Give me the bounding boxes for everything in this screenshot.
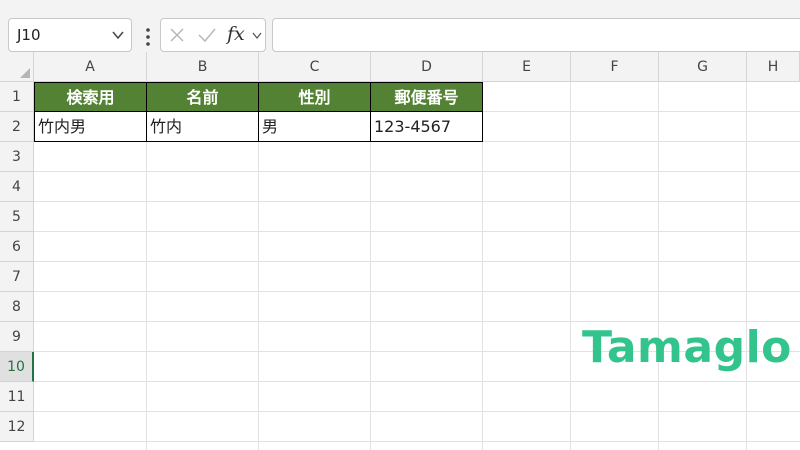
row-header-12[interactable]: 12 xyxy=(0,412,34,442)
grid-line xyxy=(658,82,659,450)
insert-function-button[interactable]: fx xyxy=(227,23,245,45)
row-header-4[interactable]: 4 xyxy=(0,172,34,202)
grid-line xyxy=(570,82,571,450)
row-header-7[interactable]: 7 xyxy=(0,262,34,292)
cell-c1[interactable]: 性別 xyxy=(258,82,371,112)
name-box-value: J10 xyxy=(17,26,41,44)
select-all-icon xyxy=(20,68,30,78)
cell-b1[interactable]: 名前 xyxy=(146,82,259,112)
formula-controls: fx xyxy=(160,18,266,52)
cell-b2[interactable]: 竹内 xyxy=(146,111,259,142)
grid-line xyxy=(746,82,747,450)
cell-a1[interactable]: 検索用 xyxy=(34,82,147,112)
row-header-6[interactable]: 6 xyxy=(0,232,34,262)
row-header-9[interactable]: 9 xyxy=(0,322,34,352)
grid-line xyxy=(34,381,800,382)
chevron-down-icon[interactable] xyxy=(251,30,263,42)
grid-line xyxy=(34,411,800,412)
column-header-f[interactable]: F xyxy=(571,52,659,82)
column-header-b[interactable]: B xyxy=(147,52,259,82)
formula-input[interactable] xyxy=(272,18,800,52)
row-header-10[interactable]: 10 xyxy=(0,352,34,382)
cancel-icon[interactable] xyxy=(169,27,185,43)
row-header-11[interactable]: 11 xyxy=(0,382,34,412)
window-top-strip xyxy=(0,0,800,8)
column-header-c[interactable]: C xyxy=(259,52,371,82)
grid-line xyxy=(34,261,800,262)
grid-line xyxy=(34,171,800,172)
column-header-a[interactable]: A xyxy=(34,52,147,82)
more-options-icon[interactable] xyxy=(140,26,156,48)
cell-c2[interactable]: 男 xyxy=(258,111,371,142)
row-header-8[interactable]: 8 xyxy=(0,292,34,322)
name-box[interactable]: J10 xyxy=(8,18,132,52)
row-header-5[interactable]: 5 xyxy=(0,202,34,232)
row-header-2[interactable]: 2 xyxy=(0,112,34,142)
row-header-3[interactable]: 3 xyxy=(0,142,34,172)
formula-bar-area: J10 fx xyxy=(0,8,800,52)
cell-d1[interactable]: 郵便番号 xyxy=(370,82,483,112)
grid-line xyxy=(34,291,800,292)
spreadsheet-grid: A B C D E F G H 1 2 3 4 5 6 7 8 9 10 11 … xyxy=(0,52,800,450)
column-header-d[interactable]: D xyxy=(371,52,483,82)
check-icon[interactable] xyxy=(197,27,217,43)
row-header-1[interactable]: 1 xyxy=(0,82,34,112)
chevron-down-icon[interactable] xyxy=(111,28,125,42)
brand-watermark: Tamaglo xyxy=(582,322,792,373)
cell-d2[interactable]: 123-4567 xyxy=(370,111,483,142)
cell-a2[interactable]: 竹内男 xyxy=(34,111,147,142)
column-header-e[interactable]: E xyxy=(483,52,571,82)
grid-line xyxy=(34,231,800,232)
grid-line xyxy=(34,201,800,202)
grid-line xyxy=(34,441,800,442)
column-header-h[interactable]: H xyxy=(747,52,800,82)
column-header-g[interactable]: G xyxy=(659,52,747,82)
select-all-button[interactable] xyxy=(0,52,34,82)
